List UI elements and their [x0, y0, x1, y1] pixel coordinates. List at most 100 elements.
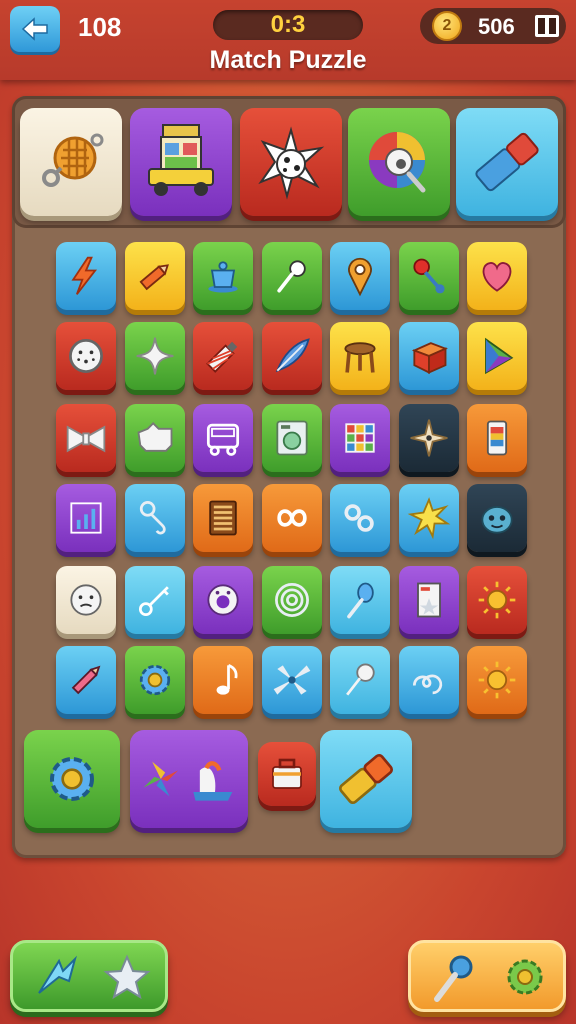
target-icon: [274, 583, 309, 617]
board-tile[interactable]: [193, 484, 253, 552]
grid-icon: [345, 423, 375, 453]
smiley-face-icon: [70, 584, 102, 616]
bus-icon: [206, 423, 240, 456]
propeller-icon: [273, 665, 310, 695]
board-tile[interactable]: [398, 566, 459, 634]
spiky-ball-icon: [258, 126, 325, 200]
book-icon[interactable]: [534, 14, 560, 38]
timer: 0:3: [213, 10, 363, 40]
board-tile[interactable]: [193, 404, 253, 472]
coin-count: 506: [478, 14, 515, 39]
board-tile[interactable]: [193, 646, 253, 714]
board-tile[interactable]: [124, 646, 185, 714]
eraser-icon: [339, 753, 393, 805]
game-board: [12, 96, 566, 858]
board-tile[interactable]: [261, 566, 322, 634]
bar-chart-icon: [70, 502, 102, 534]
board-tile[interactable]: [258, 742, 316, 806]
board-tile[interactable]: [398, 322, 459, 390]
powerup-right-button[interactable]: [408, 940, 566, 1012]
board-tile[interactable]: [467, 404, 527, 472]
pen-icon: [71, 665, 101, 695]
board-tile[interactable]: [56, 242, 116, 310]
clock-icon: [69, 339, 103, 373]
board-tile[interactable]: [398, 242, 459, 310]
link-icon: [344, 504, 374, 532]
board-tile[interactable]: [124, 404, 185, 472]
sparkle-icon: [136, 337, 173, 375]
infinity-icon: [276, 509, 307, 527]
top-bar: 108 0:3 Match Puzzle 2 506: [0, 0, 576, 80]
tray-tile-waffle-keychain[interactable]: [20, 108, 122, 216]
tile-tray: [12, 96, 566, 228]
board-tile[interactable]: [56, 404, 116, 472]
coin-icon: 2: [432, 11, 462, 41]
star-icon: [103, 954, 151, 1000]
heart-icon: [482, 262, 512, 292]
box-icon: [411, 342, 448, 374]
lightning-icon: [71, 256, 98, 295]
level-number: 108: [78, 12, 122, 42]
paint-brush-icon: [206, 341, 238, 373]
board-tile[interactable]: [261, 404, 322, 472]
board-tile[interactable]: [56, 566, 116, 634]
key-icon: [138, 586, 169, 617]
gear-icon: [507, 959, 543, 995]
board-tile[interactable]: [124, 484, 185, 552]
tray-tile-eraser[interactable]: [456, 108, 558, 216]
abacus-icon: [209, 500, 237, 536]
board-tile[interactable]: [320, 730, 412, 828]
board-tile[interactable]: [467, 566, 527, 634]
board-tile[interactable]: [24, 730, 120, 828]
tray-tile-spiky-ball[interactable]: [240, 108, 342, 216]
board-tile[interactable]: [467, 242, 527, 310]
board-tile[interactable]: [56, 484, 116, 552]
board-tile[interactable]: [56, 322, 116, 390]
board-tile[interactable]: [330, 322, 390, 390]
rainbow-shell-icon: [369, 132, 426, 193]
board-tile[interactable]: [193, 242, 253, 310]
powerup-left-button[interactable]: [10, 940, 168, 1012]
tray-tile-cart[interactable]: [130, 108, 232, 216]
board-tile[interactable]: [193, 566, 253, 634]
eraser-icon: [475, 132, 539, 192]
coin-counter: 2 506: [420, 8, 566, 44]
board-tile[interactable]: [261, 484, 322, 552]
board-tile[interactable]: [261, 322, 322, 390]
board-tile[interactable]: [56, 646, 116, 714]
tray-tile-rainbow-shell[interactable]: [348, 108, 450, 216]
board-tile[interactable]: [330, 242, 390, 310]
board-tile[interactable]: [124, 322, 185, 390]
board-tile[interactable]: [124, 566, 185, 634]
monster-face-icon: [481, 506, 513, 534]
music-note-icon: [216, 664, 238, 695]
board-tile[interactable]: [330, 566, 390, 634]
triangle-icon: [485, 337, 514, 375]
stool-icon: [344, 342, 376, 373]
donut-icon: [207, 584, 239, 616]
cow-icon: [136, 422, 172, 452]
board-tile[interactable]: [130, 730, 248, 828]
board-tile[interactable]: [330, 404, 390, 472]
board-tile[interactable]: [467, 484, 527, 552]
back-arrow-icon: [21, 17, 48, 41]
board-tile[interactable]: [261, 646, 322, 714]
sun-icon: [478, 581, 516, 619]
star-shuriken-icon: [409, 419, 448, 457]
joystick-icon: [412, 258, 445, 294]
washing-machine-icon: [275, 420, 308, 456]
starburst-icon: [407, 497, 450, 540]
board-tile[interactable]: [330, 484, 390, 552]
board-tile[interactable]: [398, 404, 459, 472]
board-tile[interactable]: [193, 322, 253, 390]
board-tile[interactable]: [467, 322, 527, 390]
board-tile[interactable]: [330, 646, 390, 714]
board-tile[interactable]: [261, 242, 322, 310]
board-tile[interactable]: [398, 484, 459, 552]
teacup-icon: [208, 261, 238, 293]
board-tile[interactable]: [124, 242, 185, 310]
feather-icon: [275, 338, 310, 373]
board-tile[interactable]: [467, 646, 527, 714]
board-tile[interactable]: [398, 646, 459, 714]
phone-icon: [486, 420, 508, 456]
